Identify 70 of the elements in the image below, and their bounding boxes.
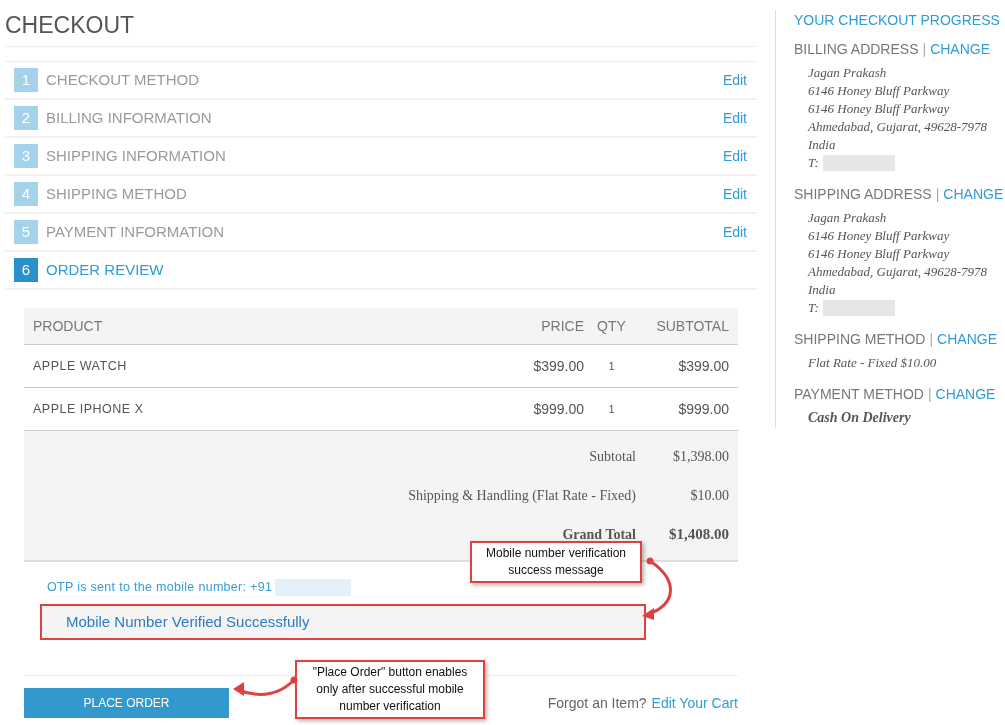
address-line: India: [808, 281, 837, 299]
otp-message: OTP is sent to the mobile number: +91: [47, 578, 273, 596]
total-value: $1,398.00: [672, 448, 729, 466]
table-cell-text: $399.00: [532, 356, 584, 376]
place-order-button[interactable]: PLACE ORDER: [24, 688, 229, 718]
step-label[interactable]: PAYMENT INFORMATION: [46, 220, 225, 244]
separator: |: [927, 385, 932, 404]
edit-link[interactable]: Edit: [722, 107, 747, 129]
address-line: Ahmedabad, Gujarat, 49628-7978: [808, 118, 989, 136]
step-number[interactable]: 5: [14, 220, 38, 244]
address-line: Ahmedabad, Gujarat, 49628-7978: [808, 263, 989, 281]
column-header: SUBTOTAL: [655, 316, 729, 336]
edit-cart-link[interactable]: Edit Your Cart: [651, 692, 738, 714]
total-value: $10.00: [689, 487, 729, 505]
address-line: 6146 Honey Bluff Parkway: [808, 245, 951, 263]
column-header: PRICE: [540, 316, 584, 336]
table-cell-text: 1: [607, 401, 616, 417]
section-heading: PAYMENT METHOD: [794, 385, 924, 404]
separator: |: [922, 40, 927, 59]
table-cell-text: 1: [607, 358, 616, 374]
annotation-callout: Mobile number verification success message: [470, 541, 642, 583]
column-header: PRODUCT: [33, 316, 104, 336]
change-link[interactable]: CHANGE: [930, 39, 991, 60]
total-label: Shipping & Handling (Flat Rate - Fixed): [408, 487, 636, 505]
address-line: India: [808, 136, 837, 154]
step-label[interactable]: BILLING INFORMATION: [46, 106, 212, 130]
table-cell-text: $399.00: [677, 356, 729, 376]
change-link[interactable]: CHANGE: [935, 384, 996, 405]
step-number[interactable]: 6: [14, 258, 38, 282]
address-line: Jagan Prakash: [808, 64, 888, 82]
address-line: Cash On Delivery: [808, 409, 912, 427]
table-cell-text: $999.00: [677, 399, 729, 419]
step-number[interactable]: 2: [14, 106, 38, 130]
address-line: 6146 Honey Bluff Parkway: [808, 82, 951, 100]
total-value: $1,408.00: [668, 525, 729, 545]
edit-link[interactable]: Edit: [722, 183, 747, 205]
separator: |: [929, 330, 934, 349]
forgot-text: Forgot an Item?: [547, 693, 647, 713]
section-heading: SHIPPING METHOD: [794, 330, 926, 349]
step-number[interactable]: 3: [14, 144, 38, 168]
step-label[interactable]: ORDER REVIEW: [46, 258, 164, 282]
edit-link[interactable]: Edit: [722, 69, 747, 91]
separator: |: [935, 185, 940, 204]
verified-message: Mobile Number Verified Successfully: [40, 604, 646, 640]
edit-link[interactable]: Edit: [722, 221, 747, 243]
address-line: 6146 Honey Bluff Parkway: [808, 100, 951, 118]
address-line: Flat Rate - Fixed $10.00: [808, 354, 938, 372]
step-number[interactable]: 4: [14, 182, 38, 206]
product-name: APPLE WATCH: [33, 357, 128, 375]
address-line: 6146 Honey Bluff Parkway: [808, 227, 951, 245]
phone-label: T:: [808, 299, 819, 317]
phone-label: T:: [808, 154, 819, 172]
change-link[interactable]: CHANGE: [937, 329, 997, 350]
sidebar-title: YOUR CHECKOUT PROGRESS: [794, 11, 1000, 30]
section-heading: SHIPPING ADDRESS: [794, 185, 932, 204]
annotation-callout: "Place Order" button enables only after successful mobile number verification: [295, 660, 485, 719]
total-label: Subtotal: [589, 448, 636, 466]
step-label[interactable]: SHIPPING METHOD: [46, 182, 187, 206]
step-number[interactable]: 1: [14, 68, 38, 92]
column-header: QTY: [596, 316, 627, 336]
section-heading: BILLING ADDRESS: [794, 40, 919, 59]
change-link[interactable]: CHANGE: [943, 184, 1004, 205]
edit-link[interactable]: Edit: [722, 145, 747, 167]
product-name: APPLE IPHONE X: [33, 400, 145, 418]
table-cell-text: $999.00: [532, 399, 584, 419]
step-label[interactable]: SHIPPING INFORMATION: [46, 144, 226, 168]
total-label: Grand Total: [562, 526, 636, 544]
step-label[interactable]: CHECKOUT METHOD: [46, 68, 200, 92]
address-line: Jagan Prakash: [808, 209, 888, 227]
page-title: CHECKOUT: [5, 0, 757, 47]
